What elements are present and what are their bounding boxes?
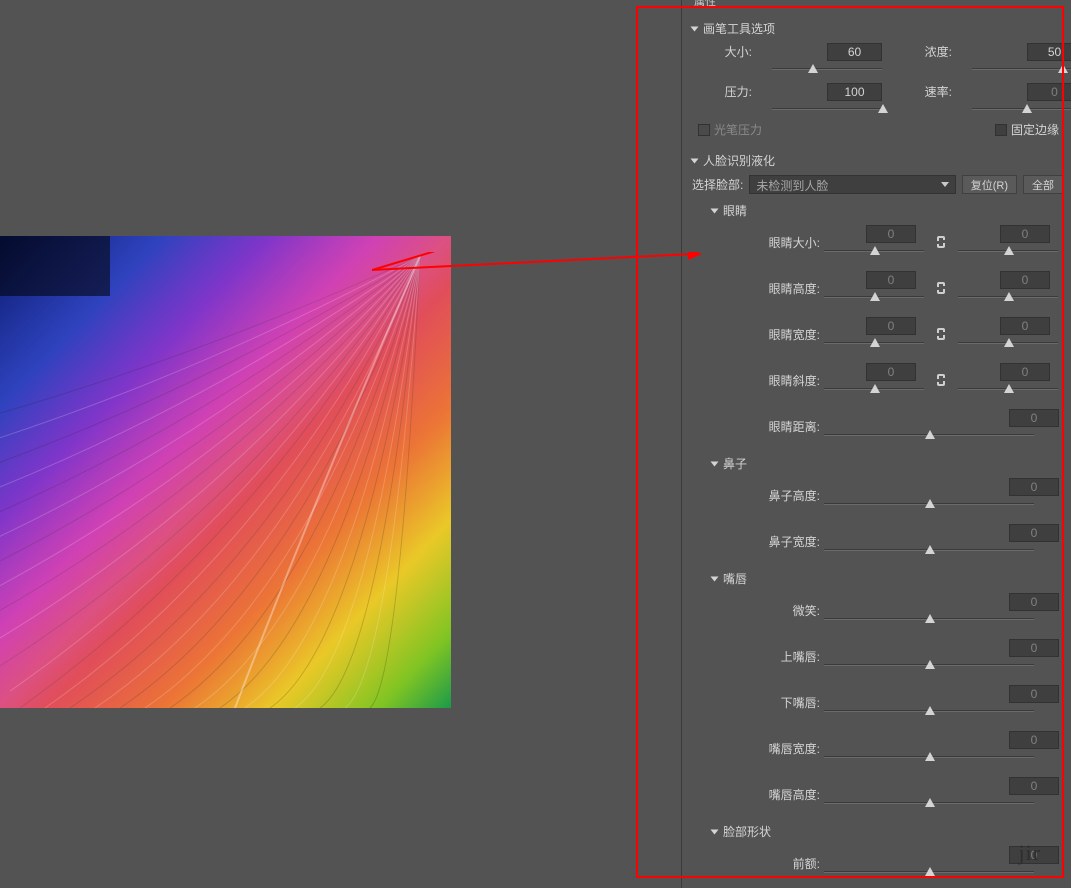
- lower-lip-label: 下嘴唇:: [756, 694, 824, 711]
- pressure-slider[interactable]: [772, 103, 882, 117]
- smile-slider[interactable]: [824, 613, 1034, 627]
- upper-lip-slider[interactable]: [824, 659, 1034, 673]
- link-icon[interactable]: [934, 280, 948, 296]
- pressure-label: 压力:: [692, 83, 752, 100]
- eye-distance-label: 眼睛距离:: [756, 418, 824, 435]
- link-icon[interactable]: [934, 326, 948, 342]
- pressure-value[interactable]: 100: [827, 83, 882, 101]
- forehead-slider[interactable]: [824, 866, 1034, 880]
- select-face-dropdown[interactable]: 未检测到人脸: [749, 175, 955, 194]
- upper-lip-value[interactable]: 0: [1009, 639, 1059, 657]
- eye-width-right-value[interactable]: 0: [1000, 317, 1050, 335]
- forehead-label: 前额:: [756, 855, 824, 872]
- mouth-width-value[interactable]: 0: [1009, 731, 1059, 749]
- eye-tilt-right-slider[interactable]: [958, 383, 1058, 397]
- eye-distance-value[interactable]: 0: [1009, 409, 1059, 427]
- eye-size-left-value[interactable]: 0: [866, 225, 916, 243]
- pin-edges-label: 固定边缘: [1011, 121, 1059, 138]
- nose-height-label: 鼻子高度:: [756, 487, 824, 504]
- mouth-title: 嘴唇: [723, 570, 747, 587]
- properties-panel: 属性 画笔工具选项 大小: 60 浓度: 50 压力: 100 速率:: [681, 0, 1071, 888]
- stylus-pressure-label: 光笔压力: [714, 121, 762, 138]
- reset-button[interactable]: 复位(R): [962, 175, 1017, 194]
- density-value[interactable]: 50: [1027, 43, 1071, 61]
- triangle-icon: [691, 26, 699, 31]
- eye-distance-slider[interactable]: [824, 429, 1034, 443]
- size-label: 大小:: [692, 43, 752, 60]
- nose-width-slider[interactable]: [824, 544, 1034, 558]
- eye-size-right-value[interactable]: 0: [1000, 225, 1050, 243]
- nose-width-label: 鼻子宽度:: [756, 533, 824, 550]
- link-icon[interactable]: [934, 372, 948, 388]
- upper-lip-label: 上嘴唇:: [756, 648, 824, 665]
- pin-edges-checkbox[interactable]: [995, 124, 1007, 136]
- eye-width-label: 眼睛宽度:: [756, 326, 824, 343]
- eye-width-left-slider[interactable]: [824, 337, 924, 351]
- nose-width-value[interactable]: 0: [1009, 524, 1059, 542]
- mouth-height-slider[interactable]: [824, 797, 1034, 811]
- eye-tilt-label: 眼睛斜度:: [756, 372, 824, 389]
- all-button[interactable]: 全部: [1023, 175, 1063, 194]
- mouth-width-label: 嘴唇宽度:: [756, 740, 824, 757]
- rate-label: 速率:: [892, 83, 952, 100]
- select-face-label: 选择脸部:: [692, 176, 743, 193]
- eye-size-right-slider[interactable]: [958, 245, 1058, 259]
- face-shape-title: 脸部形状: [723, 823, 771, 840]
- eye-width-left-value[interactable]: 0: [866, 317, 916, 335]
- eyes-title: 眼睛: [723, 202, 747, 219]
- size-slider[interactable]: [772, 63, 882, 77]
- triangle-icon: [691, 158, 699, 163]
- eyes-header[interactable]: 眼睛: [712, 202, 1063, 219]
- rate-value: 0: [1027, 83, 1071, 101]
- triangle-icon: [711, 461, 719, 466]
- triangle-icon: [711, 576, 719, 581]
- mouth-height-label: 嘴唇高度:: [756, 786, 824, 803]
- mouth-width-slider[interactable]: [824, 751, 1034, 765]
- forehead-value[interactable]: 0: [1009, 846, 1059, 864]
- triangle-icon: [711, 829, 719, 834]
- smile-value[interactable]: 0: [1009, 593, 1059, 611]
- eye-tilt-right-value[interactable]: 0: [1000, 363, 1050, 381]
- triangle-icon: [711, 208, 719, 213]
- face-liquify-title: 人脸识别液化: [703, 152, 775, 169]
- brush-options-title: 画笔工具选项: [703, 20, 775, 37]
- eye-height-left-value[interactable]: 0: [866, 271, 916, 289]
- smile-label: 微笑:: [756, 602, 824, 619]
- eye-height-label: 眼睛高度:: [756, 280, 824, 297]
- rate-slider: [972, 103, 1071, 117]
- stylus-pressure-checkbox[interactable]: [698, 124, 710, 136]
- nose-height-slider[interactable]: [824, 498, 1034, 512]
- nose-title: 鼻子: [723, 455, 747, 472]
- size-value[interactable]: 60: [827, 43, 882, 61]
- eye-size-label: 眼睛大小:: [756, 234, 824, 251]
- panel-title: 属性: [682, 0, 1071, 10]
- mouth-header[interactable]: 嘴唇: [712, 570, 1063, 587]
- canvas-image: [0, 236, 451, 708]
- nose-header[interactable]: 鼻子: [712, 455, 1063, 472]
- brush-options-header[interactable]: 画笔工具选项: [692, 20, 1063, 37]
- select-face-value: 未检测到人脸: [756, 179, 828, 193]
- eye-height-right-value[interactable]: 0: [1000, 271, 1050, 289]
- density-label: 浓度:: [892, 43, 952, 60]
- brush-options-section: 画笔工具选项 大小: 60 浓度: 50 压力: 100 速率: 0: [682, 10, 1071, 142]
- eye-tilt-left-value[interactable]: 0: [866, 363, 916, 381]
- eye-size-left-slider[interactable]: [824, 245, 924, 259]
- lower-lip-slider[interactable]: [824, 705, 1034, 719]
- eye-height-left-slider[interactable]: [824, 291, 924, 305]
- eye-tilt-left-slider[interactable]: [824, 383, 924, 397]
- face-liquify-header[interactable]: 人脸识别液化: [692, 152, 1063, 169]
- lower-lip-value[interactable]: 0: [1009, 685, 1059, 703]
- nose-height-value[interactable]: 0: [1009, 478, 1059, 496]
- eye-width-right-slider[interactable]: [958, 337, 1058, 351]
- face-shape-header[interactable]: 脸部形状: [712, 823, 1063, 840]
- eye-height-right-slider[interactable]: [958, 291, 1058, 305]
- density-slider[interactable]: [972, 63, 1071, 77]
- link-icon[interactable]: [934, 234, 948, 250]
- face-liquify-section: 人脸识别液化 选择脸部: 未检测到人脸 复位(R) 全部 眼睛 眼睛大小: 0: [682, 142, 1071, 888]
- mouth-height-value[interactable]: 0: [1009, 777, 1059, 795]
